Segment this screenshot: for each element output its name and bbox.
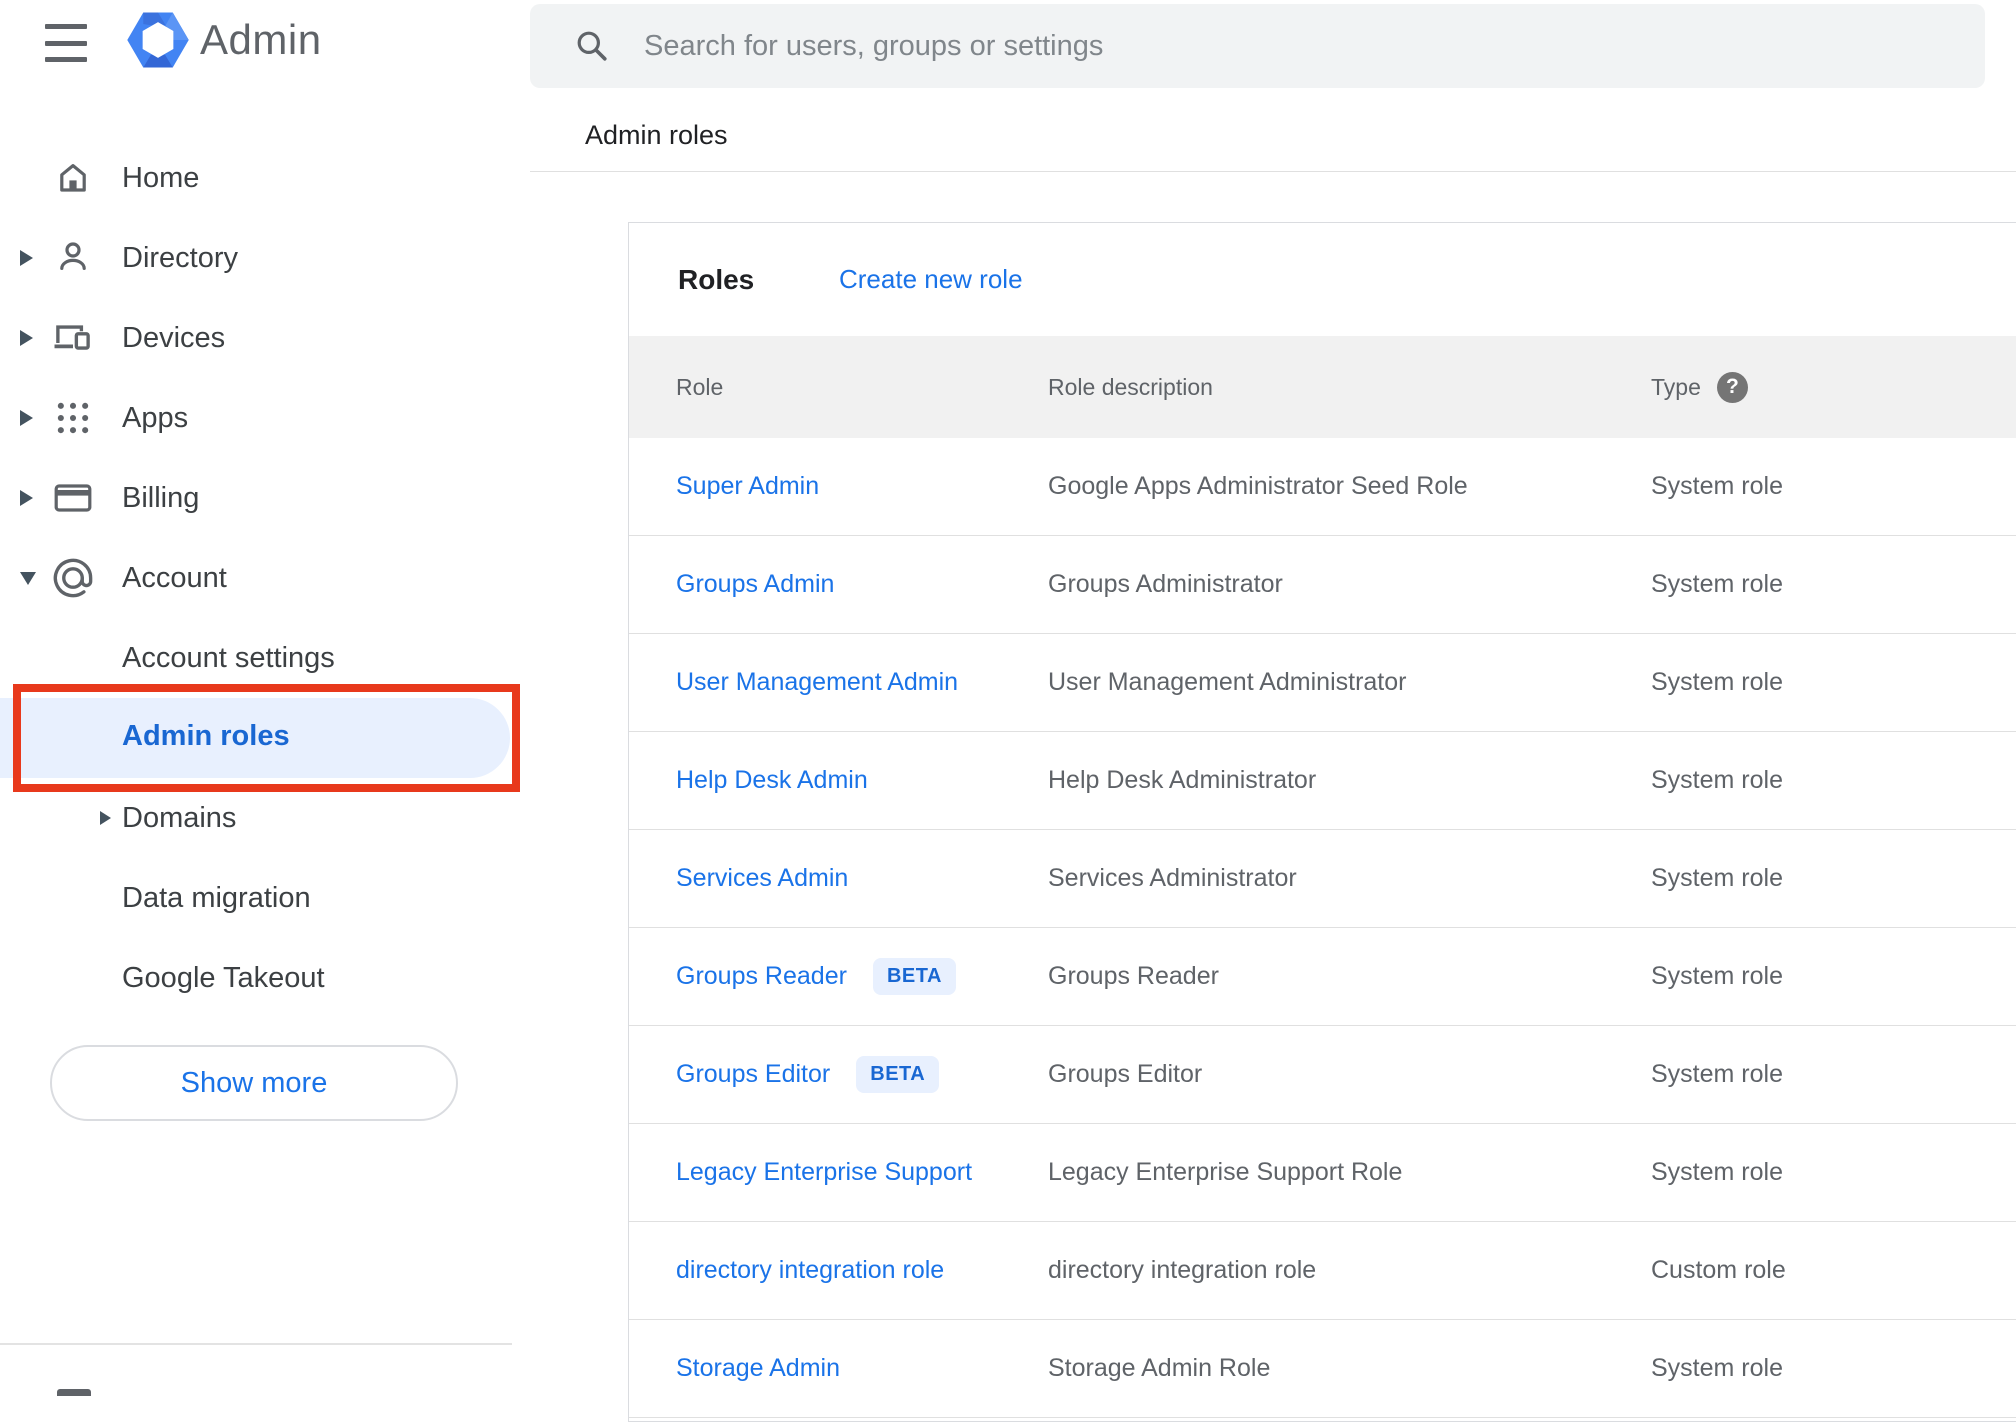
role-link[interactable]: directory integration role [676,1256,944,1285]
menu-hamburger-icon[interactable] [45,24,87,62]
role-link[interactable]: Super Admin [676,472,819,501]
roles-card-header: Roles Create new role [629,223,2016,336]
sidebar-item-account-settings[interactable]: Account settings [0,618,512,698]
sidebar-item-label: Google Takeout [122,961,325,994]
role-link[interactable]: Groups Editor [676,1060,830,1089]
column-header-type: Type [1651,373,1701,400]
role-type: System role [1651,962,1783,990]
table-row: Services Admin Services Administrator Sy… [629,830,2016,928]
at-sign-icon [52,557,94,599]
create-new-role-link[interactable]: Create new role [839,264,1023,295]
sidebar-nav: Home Directory Devices Apps Billing Acco… [0,138,512,1018]
role-link[interactable]: Services Admin [676,864,848,893]
role-link[interactable]: Groups Admin [676,570,834,599]
page-title: Admin roles [585,120,728,150]
role-type: System role [1651,472,1783,500]
sidebar: Admin Home Directory Devices Apps Billin… [0,0,520,1396]
devices-icon [52,317,94,359]
beta-badge: BETA [872,958,956,995]
show-more-button[interactable]: Show more [50,1045,458,1121]
sidebar-item-label: Devices [122,321,226,354]
role-type: System role [1651,1354,1783,1382]
role-type: System role [1651,1158,1783,1186]
role-type: Custom role [1651,1256,1786,1284]
brand-bar: Admin [0,0,512,88]
sidebar-item-devices[interactable]: Devices [0,298,512,378]
role-link[interactable]: Storage Admin [676,1354,840,1383]
roles-title: Roles [678,263,755,295]
page-divider [530,171,2016,172]
sidebar-item-apps[interactable]: Apps [0,378,512,458]
table-row: Storage Admin Storage Admin Role System … [629,1320,2016,1418]
sidebar-item-label: Account [122,561,227,594]
apps-grid-icon [52,397,94,439]
role-type: System role [1651,766,1783,794]
home-icon [52,157,94,199]
role-description: Help Desk Administrator [1048,766,1317,794]
sidebar-item-label: Billing [122,481,200,514]
search-input[interactable] [644,29,1985,63]
table-row: Super Admin Google Apps Administrator Se… [629,438,2016,536]
sidebar-item-google-takeout[interactable]: Google Takeout [0,938,512,1018]
role-description: Legacy Enterprise Support Role [1048,1158,1403,1186]
sidebar-item-label: Admin roles [122,720,290,752]
role-description: Groups Reader [1048,962,1219,990]
sidebar-item-data-migration[interactable]: Data migration [0,858,512,938]
sidebar-item-label: Home [122,161,200,194]
sidebar-divider [0,1343,512,1345]
column-header-role: Role [676,373,724,400]
search-icon [572,26,612,66]
role-type: System role [1651,570,1783,598]
billing-card-icon [52,477,94,519]
table-row: Legacy Enterprise Support Legacy Enterpr… [629,1124,2016,1222]
expand-arrow-icon[interactable] [20,410,33,426]
table-row: directory integration role directory int… [629,1222,2016,1320]
admin-logo-icon [126,7,190,73]
sidebar-item-label: Directory [122,241,239,274]
role-description: Google Apps Administrator Seed Role [1048,472,1468,500]
clipped-bottom-icon [57,1389,91,1396]
table-row: Groups Reader BETA Groups Reader System … [629,928,2016,1026]
table-header-row: Role Role description Type ? [629,336,2016,438]
expand-arrow-icon[interactable] [20,250,33,266]
sidebar-item-domains[interactable]: Domains [0,778,512,858]
table-row: Groups Editor BETA Groups Editor System … [629,1026,2016,1124]
sidebar-item-label: Account settings [122,641,335,674]
sidebar-item-label: Domains [122,801,237,834]
sidebar-item-label: Apps [122,401,189,434]
person-icon [52,237,94,279]
expand-arrow-icon[interactable] [20,490,33,506]
sidebar-item-billing[interactable]: Billing [0,458,512,538]
role-type: System role [1651,668,1783,696]
collapse-arrow-icon[interactable] [20,571,36,585]
role-link[interactable]: User Management Admin [676,668,958,697]
sidebar-item-home[interactable]: Home [0,138,512,218]
column-header-description: Role description [1048,373,1213,400]
role-link[interactable]: Groups Reader [676,962,847,991]
role-description: Services Administrator [1048,864,1297,892]
sidebar-item-directory[interactable]: Directory [0,218,512,298]
role-description: Groups Editor [1048,1060,1203,1088]
beta-badge: BETA [856,1056,940,1093]
role-type: System role [1651,864,1783,892]
role-description: directory integration role [1048,1256,1317,1284]
sidebar-item-account[interactable]: Account [0,538,512,618]
roles-card: Roles Create new role Role Role descript… [628,222,2016,1422]
help-icon[interactable]: ? [1716,371,1748,403]
role-description: User Management Administrator [1048,668,1407,696]
sidebar-item-label: Data migration [122,881,311,914]
role-type: System role [1651,1060,1783,1088]
expand-arrow-icon[interactable] [20,330,33,346]
app-title: Admin [200,16,322,63]
sidebar-item-admin-roles[interactable]: Admin roles [0,698,510,778]
role-link[interactable]: Legacy Enterprise Support [676,1158,972,1187]
table-row: Groups Admin Groups Administrator System… [629,536,2016,634]
expand-arrow-icon[interactable] [100,811,111,825]
role-description: Storage Admin Role [1048,1354,1271,1382]
table-row: User Management Admin User Management Ad… [629,634,2016,732]
role-description: Groups Administrator [1048,570,1283,598]
global-search-bar[interactable] [530,4,1985,88]
table-row: Help Desk Admin Help Desk Administrator … [629,732,2016,830]
role-link[interactable]: Help Desk Admin [676,766,868,795]
